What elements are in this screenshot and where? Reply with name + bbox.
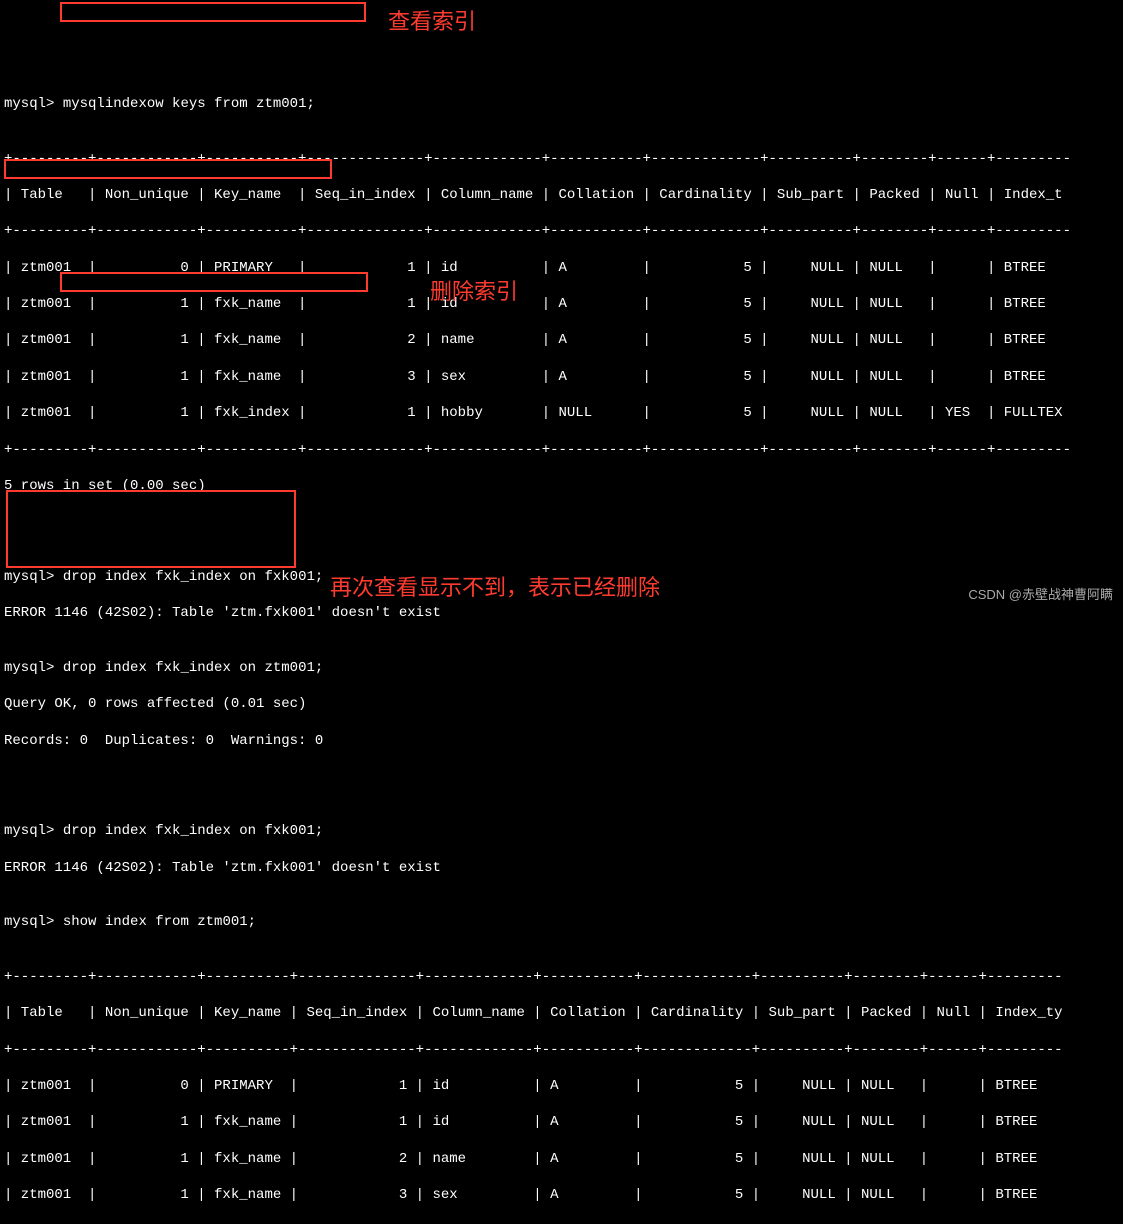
redbox-cmd1 [60, 2, 366, 22]
table2-border-bot: +---------+------------+----------+-----… [4, 1223, 1119, 1224]
table1-row: | ztm001 | 0 | PRIMARY | 1 | id | A | 5 … [4, 259, 1119, 277]
blank [4, 513, 1119, 531]
table2-border-top: +---------+------------+----------+-----… [4, 968, 1119, 986]
table2-row: | ztm001 | 1 | fxk_name | 2 | name | A |… [4, 1150, 1119, 1168]
ok2b1: Query OK, 0 rows affected (0.01 sec) [4, 695, 1119, 713]
table1-border-top: +---------+------------+-----------+----… [4, 150, 1119, 168]
cmd3b-text[interactable]: show index from ztm001; [63, 914, 256, 930]
cmd-line-3a: mysql> drop index fxk_index on fxk001; [4, 822, 1119, 840]
table1-row: | ztm001 | 1 | fxk_name | 2 | name | A |… [4, 331, 1119, 349]
csdn-watermark: CSDN @赤壁战神曹阿瞒 [968, 587, 1113, 604]
table2-row: | ztm001 | 1 | fxk_name | 3 | sex | A | … [4, 1186, 1119, 1204]
rows1-msg: 5 rows in set (0.00 sec) [4, 477, 1119, 495]
cmd1-text[interactable]: mysqlindexow keys from ztm001; [63, 96, 315, 112]
err2a: ERROR 1146 (42S02): Table 'ztm.fxk001' d… [4, 604, 1119, 622]
table1-border-mid: +---------+------------+-----------+----… [4, 222, 1119, 240]
table1-row: | ztm001 | 1 | fxk_name | 1 | id | A | 5… [4, 295, 1119, 313]
mysql-prompt: mysql> [4, 96, 54, 112]
table2-row: | ztm001 | 1 | fxk_name | 1 | id | A | 5… [4, 1113, 1119, 1131]
blank [4, 768, 1119, 786]
table1-row: | ztm001 | 1 | fxk_name | 3 | sex | A | … [4, 368, 1119, 386]
err3a: ERROR 1146 (42S02): Table 'ztm.fxk001' d… [4, 859, 1119, 877]
cmd2a-text[interactable]: drop index fxk_index on fxk001; [63, 569, 323, 585]
cmd-line-2b: mysql> drop index fxk_index on ztm001; [4, 659, 1119, 677]
table1-row: | ztm001 | 1 | fxk_index | 1 | hobby | N… [4, 404, 1119, 422]
cmd-line-1: mysql> mysqlindexow keys from ztm001; [4, 95, 1119, 113]
ok2b2: Records: 0 Duplicates: 0 Warnings: 0 [4, 732, 1119, 750]
annotation-view-index: 查看索引 [388, 8, 476, 37]
cmd3a-text[interactable]: drop index fxk_index on fxk001; [63, 823, 323, 839]
table1-header: | Table | Non_unique | Key_name | Seq_in… [4, 186, 1119, 204]
cmd-line-3b: mysql> show index from ztm001; [4, 913, 1119, 931]
table2-row: | ztm001 | 0 | PRIMARY | 1 | id | A | 5 … [4, 1077, 1119, 1095]
table2-header: | Table | Non_unique | Key_name | Seq_in… [4, 1004, 1119, 1022]
table1-border-bot: +---------+------------+-----------+----… [4, 441, 1119, 459]
cmd-line-2a: mysql> drop index fxk_index on fxk001; [4, 568, 1119, 586]
cmd2b-text[interactable]: drop index fxk_index on ztm001; [63, 660, 323, 676]
table2-border-mid: +---------+------------+----------+-----… [4, 1041, 1119, 1059]
